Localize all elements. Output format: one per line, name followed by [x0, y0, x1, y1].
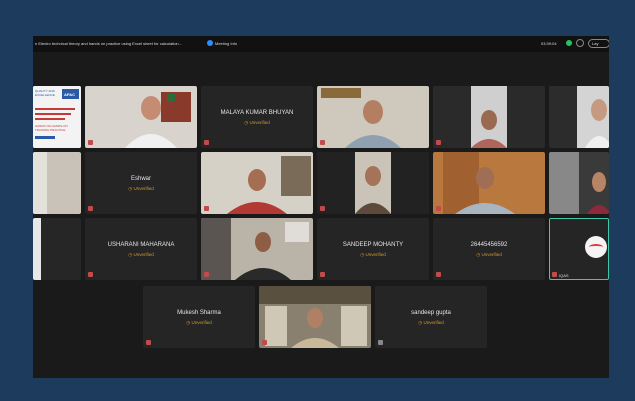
zoom-window: n Electro technical theory and hands on …	[33, 36, 609, 378]
unverified-badge: ◷ Unverified	[360, 252, 386, 257]
participant-video	[317, 152, 429, 214]
participant-video	[433, 152, 545, 214]
participant-name: Mukesh Sharma	[177, 310, 221, 316]
video-tile-participant[interactable]	[33, 218, 81, 280]
encryption-shield-icon[interactable]	[566, 40, 572, 46]
avatar	[585, 236, 607, 258]
mic-muted-icon	[262, 340, 267, 345]
mic-muted-icon	[146, 340, 151, 345]
mic-muted-icon	[204, 272, 209, 277]
participant-video	[317, 86, 429, 148]
participant-name: SANDEEP MOHANTY	[342, 242, 404, 248]
participant-name: MALAYA KUMAR BHUYAN	[220, 110, 294, 116]
info-icon[interactable]	[207, 40, 213, 46]
mic-muted-icon	[320, 206, 325, 211]
video-tile-participant[interactable]	[33, 152, 81, 214]
participant-video	[549, 86, 609, 148]
active-speaker-tile[interactable]: IQAS	[549, 218, 609, 280]
video-tile-participant[interactable]: SANDEEP MOHANTY ◷ Unverified	[317, 218, 429, 280]
video-tile-participant[interactable]: MALAYA KUMAR BHUYAN ◷ Unverified	[201, 86, 313, 148]
mic-muted-icon	[320, 140, 325, 145]
video-tile-participant[interactable]	[433, 152, 545, 214]
video-tile-participant[interactable]: 26445456592 ◷ Unverified	[433, 218, 545, 280]
mic-muted-icon	[204, 140, 209, 145]
video-tile-participant[interactable]	[201, 152, 313, 214]
participant-video	[33, 218, 81, 280]
video-tile-slide[interactable]: QUALITY AND EXCELLENCE APAC HANDS ON HAN…	[33, 86, 81, 148]
participant-name: Eshwar	[130, 176, 151, 182]
unverified-badge: ◷ Unverified	[128, 186, 154, 191]
participant-video	[433, 86, 545, 148]
video-tile-participant[interactable]	[317, 86, 429, 148]
video-tile-participant[interactable]	[201, 218, 313, 280]
mic-muted-icon	[552, 272, 557, 277]
unverified-badge: ◷ Unverified	[244, 120, 270, 125]
participant-video	[549, 152, 609, 214]
participant-name: USHARANI MAHARANA	[107, 242, 175, 248]
video-tile-participant[interactable]: USHARANI MAHARANA ◷ Unverified	[85, 218, 197, 280]
participant-video	[259, 286, 371, 348]
meeting-title: n Electro technical theory and hands on …	[35, 41, 182, 46]
meeting-info-button[interactable]: Meeting Info	[215, 41, 237, 46]
participant-name: sandeep gupta	[411, 310, 451, 316]
unverified-badge: ◷ Unverified	[186, 320, 212, 325]
video-tile-participant[interactable]: sandeep gupta ◷ Unverified	[375, 286, 487, 348]
video-tile-participant[interactable]: Eshwar ◷ Unverified	[85, 152, 197, 214]
settings-icon[interactable]	[576, 39, 584, 47]
mic-muted-icon	[88, 140, 93, 145]
video-tile-participant[interactable]	[85, 86, 197, 148]
mic-muted-icon	[88, 272, 93, 277]
meeting-timer: 03:39:04	[541, 41, 557, 46]
top-bar: n Electro technical theory and hands on …	[33, 36, 609, 52]
mic-muted-icon	[436, 272, 441, 277]
unverified-badge: ◷ Unverified	[128, 252, 154, 257]
mic-muted-icon	[204, 206, 209, 211]
unverified-badge: ◷ Unverified	[418, 320, 444, 325]
mic-muted-icon	[436, 206, 441, 211]
mic-icon	[378, 340, 383, 345]
unverified-badge: ◷ Unverified	[476, 252, 502, 257]
video-tile-participant[interactable]	[549, 86, 609, 148]
slide-body-text: HANDS ON HANDS-ON TRAINING PRACTICE	[35, 124, 68, 132]
participant-name: 26445456592	[470, 242, 508, 248]
participant-name: IQAS	[559, 273, 569, 278]
mic-muted-icon	[88, 206, 93, 211]
participant-video	[33, 152, 81, 214]
video-tile-participant[interactable]	[259, 286, 371, 348]
participant-video	[201, 152, 313, 214]
view-layout-button[interactable]: Lay	[588, 39, 609, 48]
slide-header: QUALITY AND EXCELLENCE	[35, 89, 55, 97]
video-tile-participant[interactable]	[433, 86, 545, 148]
video-tile-participant[interactable]	[317, 152, 429, 214]
participant-video	[201, 218, 313, 280]
mic-muted-icon	[436, 140, 441, 145]
video-tile-participant[interactable]: Mukesh Sharma ◷ Unverified	[143, 286, 255, 348]
slide-logo: APAC	[64, 92, 76, 97]
video-tile-participant[interactable]	[549, 152, 609, 214]
participant-video	[85, 86, 197, 148]
mic-muted-icon	[320, 272, 325, 277]
